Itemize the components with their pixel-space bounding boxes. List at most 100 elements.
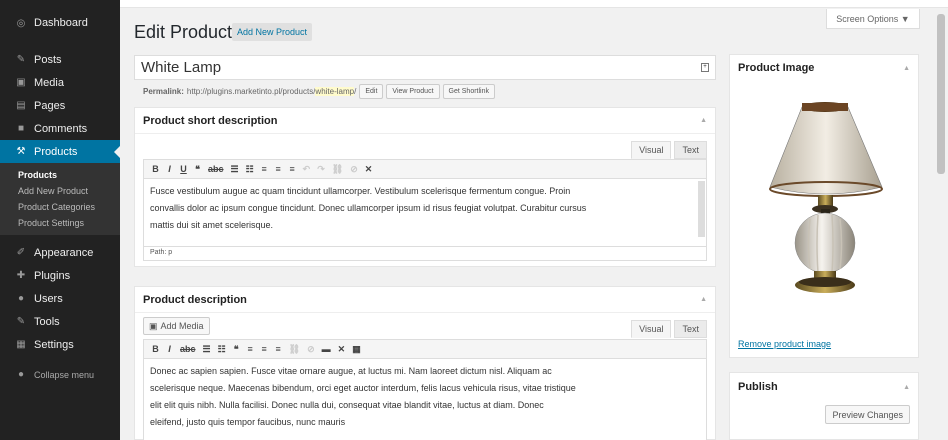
remove-product-image-link[interactable]: Remove product image <box>738 339 831 349</box>
products-icon: ⚒ <box>16 146 26 157</box>
tab-text[interactable]: Text <box>674 141 707 159</box>
strikethrough-icon[interactable]: abc <box>180 344 196 354</box>
tab-visual[interactable]: Visual <box>631 320 672 338</box>
editor-scrollbar[interactable] <box>698 181 705 237</box>
menu-pages[interactable]: ▤ Pages <box>0 94 120 117</box>
permalink-base[interactable]: http://plugins.marketinto.pl/products/ <box>187 87 316 96</box>
menu-products[interactable]: ⚒ Products <box>0 140 120 163</box>
collapse-icon: ● <box>17 369 25 380</box>
menu-posts[interactable]: ✎ Posts <box>0 48 120 71</box>
short-description-editor[interactable]: Fusce vestibulum augue ac quam tincidunt… <box>143 179 707 247</box>
toolbar-toggle-icon[interactable]: ▦ <box>352 344 361 355</box>
blockquote-icon[interactable]: ❝ <box>194 164 201 175</box>
submenu-add-new-product[interactable]: Add New Product <box>0 183 120 199</box>
fullscreen-editor-icon[interactable]: ✕ <box>338 344 346 355</box>
strikethrough-icon[interactable]: abc <box>208 164 224 174</box>
users-icon: ● <box>17 293 25 304</box>
short-description-box: Product short description ▲ Visual Text B… <box>134 107 716 267</box>
menu-label: Tools <box>34 315 60 328</box>
italic-icon[interactable]: I <box>166 344 173 354</box>
menu-dashboard[interactable]: ◎ Dashboard <box>0 8 120 38</box>
dashboard-icon: ◎ <box>16 17 26 29</box>
product-title-value: White Lamp <box>141 59 222 76</box>
unlink-icon[interactable]: ⊘ <box>350 164 358 175</box>
menu-comments[interactable]: ■ Comments <box>0 117 120 140</box>
align-right-icon[interactable]: ≡ <box>289 164 296 174</box>
menu-label: Users <box>34 292 63 305</box>
view-product-button[interactable]: View Product <box>386 84 440 99</box>
menu-label: Plugins <box>34 269 71 282</box>
menu-settings[interactable]: ▦ Settings <box>0 333 120 356</box>
menu-plugins[interactable]: ✚ Plugins <box>0 264 120 287</box>
align-left-icon[interactable]: ≡ <box>261 164 268 174</box>
menu-label: Pages <box>34 99 66 112</box>
plugins-icon: ✚ <box>16 270 26 281</box>
menu-label: Settings <box>34 338 74 351</box>
submenu-products[interactable]: Products <box>0 167 120 183</box>
bullet-list-icon[interactable]: ☰ <box>203 344 211 355</box>
italic-icon[interactable]: I <box>166 164 173 174</box>
redo-icon[interactable]: ↷ <box>317 164 325 175</box>
product-description-header[interactable]: Product description ▲ <box>135 287 715 313</box>
toggle-arrow-icon[interactable]: ▲ <box>903 65 910 72</box>
publish-header[interactable]: Publish ▲ <box>730 373 918 399</box>
scrollbar-thumb[interactable] <box>937 14 945 174</box>
bullet-list-icon[interactable]: ☰ <box>231 164 239 175</box>
numbered-list-icon[interactable]: ☷ <box>246 164 254 175</box>
fullscreen-editor-icon[interactable]: ✕ <box>365 164 373 175</box>
editor-path: Path: p <box>143 247 707 261</box>
add-media-button[interactable]: ▣ Add Media <box>143 317 210 335</box>
toggle-arrow-icon[interactable]: ▲ <box>903 384 910 391</box>
align-left-icon[interactable]: ≡ <box>247 344 254 354</box>
toggle-arrow-icon[interactable]: ▲ <box>700 117 707 124</box>
tab-text[interactable]: Text <box>674 320 707 338</box>
tools-icon: ✎ <box>16 316 26 327</box>
tab-visual[interactable]: Visual <box>631 141 672 159</box>
admin-sidebar: ◎ Dashboard ✎ Posts ▣ Media ▤ Pages ■ Comment… <box>0 0 120 440</box>
get-shortlink-button[interactable]: Get Shortlink <box>442 84 495 99</box>
undo-icon[interactable]: ↶ <box>303 164 311 175</box>
editor-toolbar: B Iabc ☰ ☷ ❝ ≡ ≡ ≡ ⛓ ⊘ ▬ ✕ ▦ <box>143 339 707 359</box>
bold-icon[interactable]: B <box>152 164 159 174</box>
add-new-product-button[interactable]: Add New Product <box>232 23 313 41</box>
product-image-header[interactable]: Product Image ▲ <box>730 55 918 81</box>
permalink-slug[interactable]: white-lamp <box>315 87 355 96</box>
align-right-icon[interactable]: ≡ <box>275 344 282 354</box>
bold-icon[interactable]: B <box>152 344 159 354</box>
add-media-label: Add Media <box>160 321 204 331</box>
product-title-input[interactable]: White Lamp + <box>134 55 716 80</box>
appearance-icon: ✐ <box>16 247 26 258</box>
preview-changes-button[interactable]: Preview Changes <box>825 405 910 424</box>
menu-tools[interactable]: ✎ Tools <box>0 310 120 333</box>
unlink-icon[interactable]: ⊘ <box>307 344 315 355</box>
link-icon[interactable]: ⛓ <box>289 344 300 355</box>
align-center-icon[interactable]: ≡ <box>275 164 282 174</box>
numbered-list-icon[interactable]: ☷ <box>218 344 226 355</box>
short-description-text: Fusce vestibulum augue ac quam tincidunt… <box>150 186 587 230</box>
align-center-icon[interactable]: ≡ <box>261 344 268 354</box>
edit-permalink-button[interactable]: Edit <box>359 84 384 99</box>
pages-icon: ▤ <box>16 100 26 111</box>
editor-tabs: Visual Text <box>628 320 707 338</box>
menu-appearance[interactable]: ✐ Appearance <box>0 241 120 264</box>
menu-label: Products <box>34 145 78 158</box>
collapse-menu-button[interactable]: ● Collapse menu <box>0 363 120 386</box>
blockquote-icon[interactable]: ❝ <box>233 344 240 355</box>
menu-label: Posts <box>34 53 62 66</box>
toggle-arrow-icon[interactable]: ▲ <box>700 296 707 303</box>
menu-label: Media <box>34 76 64 89</box>
comments-icon: ■ <box>17 123 25 134</box>
link-icon[interactable]: ⛓ <box>332 164 343 175</box>
product-description-editor[interactable]: Donec ac sapien sapien. Fusce vitae orna… <box>143 359 707 440</box>
fullscreen-icon[interactable]: + <box>701 63 709 72</box>
page-scrollbar[interactable] <box>934 8 948 440</box>
screen-options-button[interactable]: Screen Options ▼ <box>826 9 920 29</box>
submenu-product-settings[interactable]: Product Settings <box>0 215 120 231</box>
short-description-header[interactable]: Product short description ▲ <box>135 108 715 134</box>
menu-media[interactable]: ▣ Media <box>0 71 120 94</box>
underline-icon[interactable]: U <box>180 164 187 174</box>
lamp-image[interactable] <box>730 91 920 331</box>
submenu-product-categories[interactable]: Product Categories <box>0 199 120 215</box>
read-more-icon[interactable]: ▬ <box>322 344 331 354</box>
menu-users[interactable]: ● Users <box>0 287 120 310</box>
